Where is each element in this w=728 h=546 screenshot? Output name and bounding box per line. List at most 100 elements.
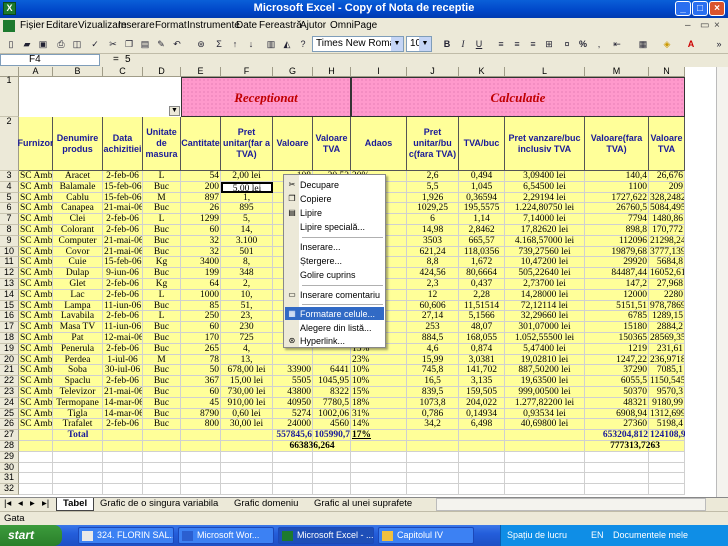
- menu-edit[interactable]: Editare: [46, 20, 78, 31]
- table-cell[interactable]: 13,: [221, 354, 273, 366]
- table-cell[interactable]: 10%: [351, 365, 407, 377]
- currency-icon[interactable]: ¤: [560, 37, 574, 51]
- empty-cell[interactable]: [649, 473, 685, 485]
- ctx-insert[interactable]: Inserare...: [300, 242, 341, 252]
- tab-grafic-domeniu[interactable]: Grafic domeniu: [228, 498, 304, 511]
- empty-cell[interactable]: [221, 451, 273, 463]
- empty-cell[interactable]: [313, 473, 351, 485]
- table-cell[interactable]: 897: [181, 192, 221, 204]
- empty-cell[interactable]: [273, 451, 313, 463]
- empty-cell[interactable]: [103, 473, 143, 485]
- table-cell[interactable]: 72,12114 lei: [505, 300, 585, 312]
- empty-cell[interactable]: [407, 473, 459, 485]
- empty-cell[interactable]: [53, 484, 103, 495]
- table-cell[interactable]: 43800: [273, 387, 313, 398]
- empty-cell[interactable]: [459, 462, 505, 474]
- table-cell[interactable]: [505, 441, 585, 452]
- tab-last-arrow[interactable]: ▸|: [40, 498, 51, 511]
- empty-cell[interactable]: [181, 462, 221, 474]
- table-cell[interactable]: 21-mai-06: [103, 246, 143, 258]
- menu-data[interactable]: Date: [236, 20, 257, 31]
- ctx-delete[interactable]: Ștergere...: [300, 256, 342, 266]
- table-cell[interactable]: 14%: [351, 419, 407, 431]
- doc-close-icon[interactable]: ×: [714, 20, 720, 31]
- table-cell[interactable]: Spaclu: [53, 376, 103, 387]
- table-cell[interactable]: 424,56: [407, 268, 459, 279]
- taskbar-item-florin[interactable]: 324. FLORIN SAL...: [78, 527, 174, 544]
- menu-format[interactable]: Format: [155, 20, 187, 31]
- column-header-b[interactable]: B: [53, 67, 103, 77]
- table-cell[interactable]: 7780,5: [313, 397, 351, 409]
- column-header-l[interactable]: L: [505, 67, 585, 77]
- table-cell[interactable]: 26760,5: [585, 203, 649, 215]
- ctx-cut[interactable]: Decupare: [300, 180, 339, 190]
- format-painter-icon[interactable]: ✎: [154, 37, 168, 51]
- empty-cell[interactable]: [649, 484, 685, 495]
- table-cell[interactable]: 2-feb-06: [103, 279, 143, 290]
- table-cell[interactable]: 14,: [221, 225, 273, 236]
- table-cell[interactable]: Dulap: [53, 268, 103, 279]
- table-cell[interactable]: [459, 441, 505, 452]
- ctx-insert-comment[interactable]: Inserare comentariu: [300, 290, 380, 300]
- table-cell[interactable]: SC Ambient SA: [19, 225, 53, 236]
- italic-icon[interactable]: I: [456, 37, 470, 51]
- table-cell[interactable]: 10%: [351, 376, 407, 387]
- table-cell[interactable]: 15,99: [407, 354, 459, 366]
- font-color-icon[interactable]: A: [684, 37, 698, 51]
- table-cell[interactable]: 85: [181, 300, 221, 312]
- minimize-button[interactable]: _: [675, 1, 691, 16]
- table-cell[interactable]: [19, 441, 53, 452]
- table-cell[interactable]: 6785: [585, 311, 649, 323]
- column-header-n[interactable]: N: [649, 67, 685, 77]
- table-cell[interactable]: [143, 441, 181, 452]
- hyperlink-icon[interactable]: ⊛: [194, 37, 208, 51]
- column-header-f[interactable]: F: [221, 67, 273, 77]
- table-cell[interactable]: 159,505: [459, 387, 505, 398]
- table-cell[interactable]: 27,14: [407, 311, 459, 323]
- close-button[interactable]: ×: [709, 1, 725, 16]
- empty-cell[interactable]: [19, 462, 53, 474]
- tab-prev-arrow[interactable]: ◂: [16, 498, 25, 511]
- table-cell[interactable]: 2-feb-06: [103, 376, 143, 387]
- table-cell[interactable]: 2-feb-06: [103, 311, 143, 323]
- ctx-hyperlink[interactable]: Hyperlink...: [300, 336, 345, 346]
- empty-cell[interactable]: [585, 484, 649, 495]
- table-cell[interactable]: SC Ambient SA: [19, 333, 53, 344]
- table-cell[interactable]: 199: [181, 268, 221, 279]
- table-cell[interactable]: 24000: [273, 419, 313, 431]
- table-cell[interactable]: SC Ambient SA: [19, 322, 53, 333]
- table-cell[interactable]: 1.052,55500 lei: [505, 333, 585, 344]
- table-cell[interactable]: 5151,51: [585, 300, 649, 312]
- empty-cell[interactable]: [19, 473, 53, 485]
- ctx-copy[interactable]: Copiere: [300, 194, 332, 204]
- table-cell[interactable]: SC Ambient SA: [19, 354, 53, 366]
- empty-cell[interactable]: [585, 451, 649, 463]
- table-cell[interactable]: 64: [181, 279, 221, 290]
- toolbar-options-icon[interactable]: »: [712, 37, 726, 51]
- table-cell[interactable]: [407, 430, 459, 441]
- table-cell[interactable]: Cuie: [53, 257, 103, 269]
- table-cell[interactable]: 15%: [351, 387, 407, 398]
- empty-cell[interactable]: [103, 462, 143, 474]
- taskbar-item-capitolul[interactable]: Capitolul IV: [378, 527, 474, 544]
- table-cell[interactable]: 14,98: [407, 225, 459, 236]
- table-cell[interactable]: 17,82620 lei: [505, 225, 585, 236]
- maximize-button[interactable]: □: [692, 1, 708, 16]
- table-cell[interactable]: 32,29660 lei: [505, 311, 585, 323]
- column-header-e[interactable]: E: [181, 67, 221, 77]
- table-cell[interactable]: 1219: [585, 343, 649, 355]
- table-cell[interactable]: [407, 441, 459, 452]
- table-cell[interactable]: 11-iun-06: [103, 300, 143, 312]
- table-cell[interactable]: 7,14000 lei: [505, 214, 585, 225]
- table-cell[interactable]: 328,2482: [649, 192, 685, 204]
- empty-cell[interactable]: [585, 473, 649, 485]
- table-cell[interactable]: 3777,139: [649, 246, 685, 258]
- table-cell[interactable]: 367: [181, 376, 221, 387]
- empty-cell[interactable]: [181, 484, 221, 495]
- table-cell[interactable]: [181, 441, 221, 452]
- empty-cell[interactable]: [585, 462, 649, 474]
- table-cell[interactable]: SC Ambient SA: [19, 300, 53, 312]
- empty-cell[interactable]: [459, 484, 505, 495]
- table-cell[interactable]: 1,: [221, 192, 273, 204]
- table-cell[interactable]: Balamale: [53, 181, 103, 193]
